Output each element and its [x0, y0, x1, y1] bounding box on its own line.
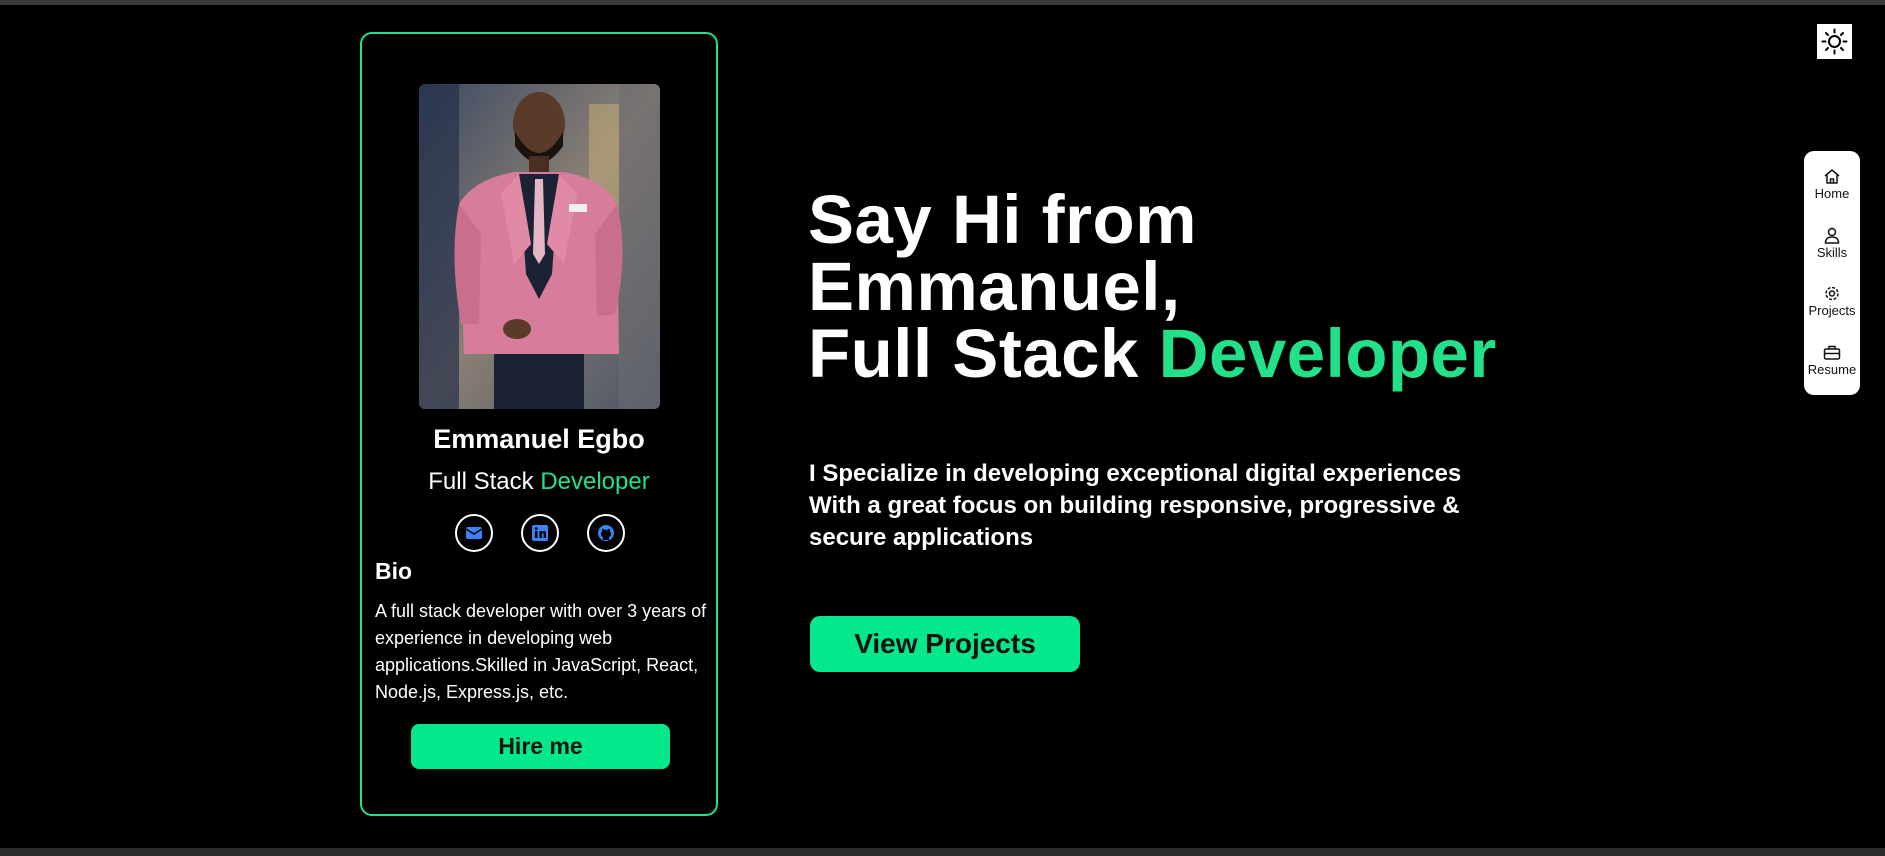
mail-link[interactable] — [455, 514, 493, 552]
profile-name: Emmanuel Egbo — [433, 424, 645, 454]
profile-role: Full Stack Developer — [362, 468, 716, 496]
home-icon — [1824, 169, 1840, 184]
nav-item-projects[interactable]: Projects — [1804, 285, 1860, 335]
nav-item-resume[interactable]: Resume — [1804, 344, 1860, 394]
github-link[interactable] — [587, 514, 625, 552]
mail-icon — [465, 527, 483, 539]
hire-me-button[interactable]: Hire me — [411, 724, 670, 769]
linkedin-link[interactable] — [521, 514, 559, 552]
hero-title: Say Hi from Emmanuel, Full Stack Develop… — [808, 181, 1528, 388]
briefcase-icon — [1823, 345, 1841, 360]
hero-description: I Specialize in developing exceptional d… — [809, 458, 1489, 554]
nav-item-home[interactable]: Home — [1804, 168, 1860, 218]
theme-toggle-button[interactable] — [1817, 24, 1852, 59]
gear-icon — [1825, 286, 1839, 301]
github-icon — [598, 525, 614, 541]
hero-title-accent: Developer — [1158, 315, 1497, 392]
nav-label-home: Home — [1814, 186, 1850, 201]
side-nav: Home Skills Projects Resume — [1804, 151, 1860, 395]
profile-role-accent: Developer — [540, 468, 650, 495]
nav-label-skills: Skills — [1816, 245, 1848, 260]
sun-icon — [1821, 28, 1848, 55]
hero-desc-line-3: secure applications — [809, 524, 1034, 551]
bottom-border — [0, 848, 1885, 856]
hero-desc-line-2: With a great focus on building responsiv… — [809, 492, 1460, 519]
hero-desc-line-1: I Specialize in developing exceptional d… — [809, 460, 1462, 487]
profile-card: Emmanuel Egbo Full Stack Developer Bio A… — [360, 32, 718, 816]
linkedin-icon — [532, 525, 548, 541]
nav-label-projects: Projects — [1808, 303, 1856, 318]
portrait-image — [419, 84, 660, 409]
nav-label-resume: Resume — [1807, 362, 1857, 377]
top-border — [0, 0, 1885, 5]
profile-role-prefix: Full Stack — [428, 468, 534, 495]
hero-title-line-3: Full Stack Developer — [808, 319, 1528, 388]
bio-text: A full stack developer with over 3 years… — [375, 601, 707, 702]
user-icon — [1824, 227, 1840, 244]
profile-photo — [419, 84, 660, 409]
view-projects-button[interactable]: View Projects — [810, 616, 1080, 672]
hero-title-prefix: Full Stack — [808, 315, 1139, 392]
hero-title-line-1: Say Hi from — [808, 181, 1197, 258]
nav-item-skills[interactable]: Skills — [1804, 227, 1860, 277]
bio-heading: Bio — [375, 558, 413, 584]
hero-title-line-2: Emmanuel, — [808, 248, 1181, 325]
